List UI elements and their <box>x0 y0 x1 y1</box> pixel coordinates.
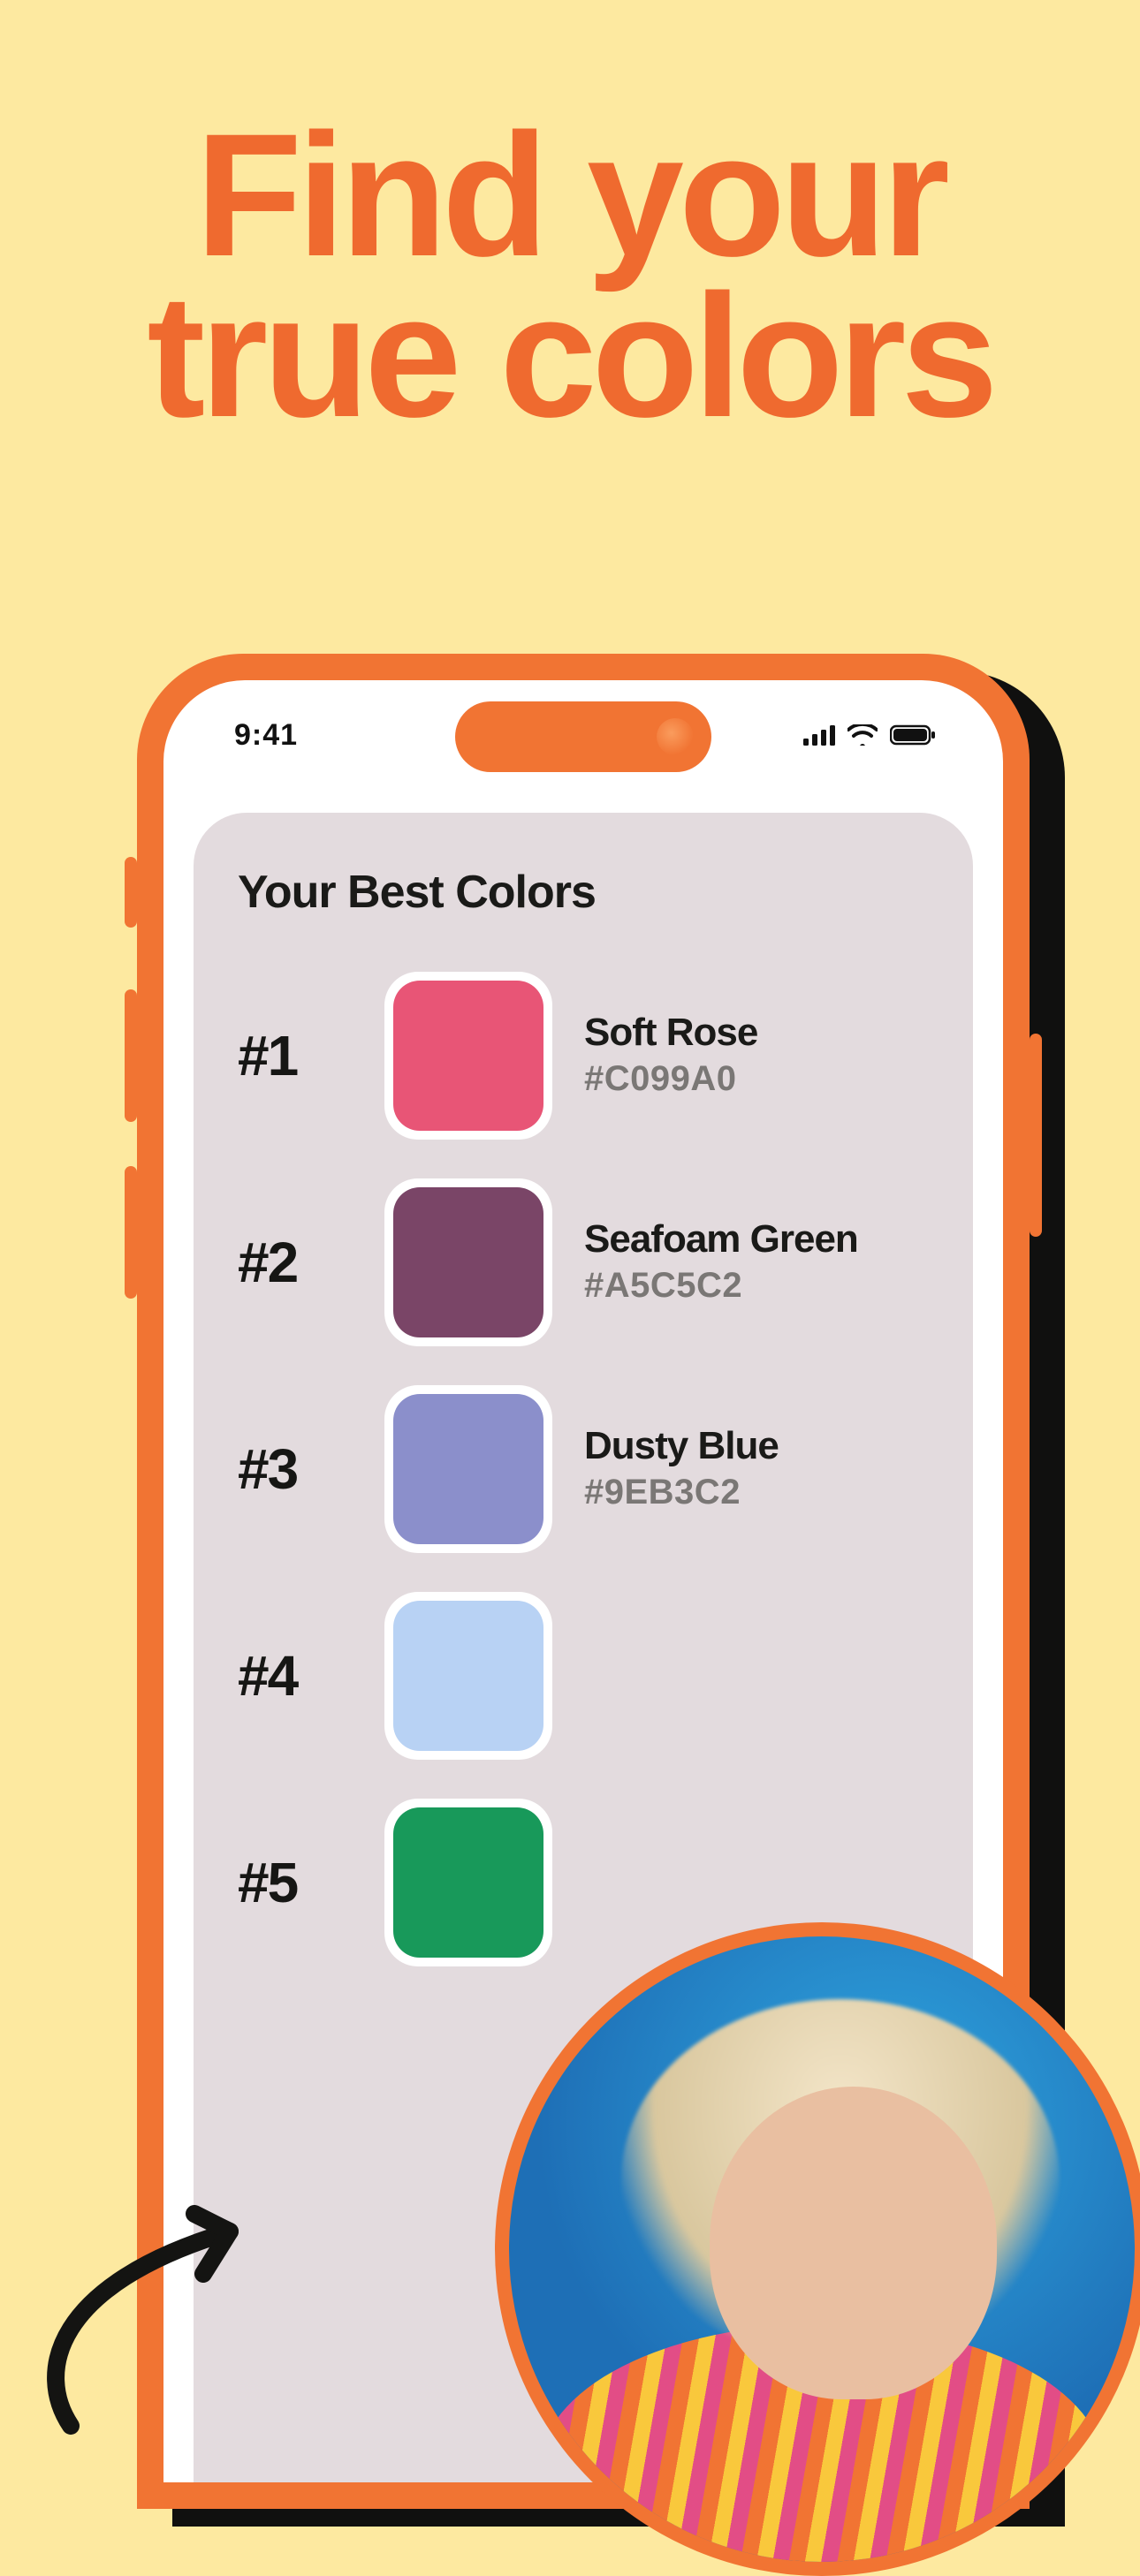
color-hex: #9EB3C2 <box>584 1473 929 1512</box>
color-name: Seafoam Green <box>584 1219 929 1260</box>
avatar <box>495 1922 1140 2576</box>
color-rank: #4 <box>238 1643 353 1708</box>
color-rank: #2 <box>238 1230 353 1295</box>
color-meta <box>584 1673 929 1678</box>
color-swatch <box>384 972 552 1140</box>
phone-side-button <box>125 857 137 928</box>
color-meta: Seafoam Green #A5C5C2 <box>584 1219 929 1305</box>
wifi-icon <box>847 724 878 746</box>
phone-side-button <box>125 989 137 1122</box>
color-meta <box>584 1880 929 1885</box>
cellular-icon <box>803 724 835 746</box>
status-icons <box>803 724 936 746</box>
color-row[interactable]: #2 Seafoam Green #A5C5C2 <box>238 1178 929 1346</box>
color-list: #1 Soft Rose #C099A0 #2 Seafoam <box>238 972 929 1966</box>
color-meta: Soft Rose #C099A0 <box>584 1012 929 1098</box>
color-row[interactable]: #3 Dusty Blue #9EB3C2 <box>238 1385 929 1553</box>
color-swatch <box>384 1799 552 1966</box>
battery-icon <box>890 724 936 746</box>
phone-side-button <box>125 1166 137 1299</box>
promo-headline: Find yourtrue colors <box>0 115 1140 436</box>
color-swatch <box>384 1592 552 1760</box>
color-name: Soft Rose <box>584 1012 929 1053</box>
color-swatch <box>384 1178 552 1346</box>
dynamic-island <box>455 701 711 772</box>
status-time: 9:41 <box>234 718 298 753</box>
avatar-image <box>509 1936 1135 2562</box>
color-row[interactable]: #4 <box>238 1592 929 1760</box>
color-name: Dusty Blue <box>584 1426 929 1466</box>
color-hex: #A5C5C2 <box>584 1266 929 1306</box>
arrow-icon <box>18 2170 300 2435</box>
color-row[interactable]: #1 Soft Rose #C099A0 <box>238 972 929 1140</box>
color-hex: #C099A0 <box>584 1059 929 1099</box>
color-rank: #5 <box>238 1850 353 1915</box>
card-title: Your Best Colors <box>238 866 929 919</box>
phone-side-button <box>1030 1034 1042 1237</box>
color-meta: Dusty Blue #9EB3C2 <box>584 1426 929 1512</box>
color-rank: #3 <box>238 1436 353 1502</box>
color-swatch <box>384 1385 552 1553</box>
color-rank: #1 <box>238 1023 353 1088</box>
